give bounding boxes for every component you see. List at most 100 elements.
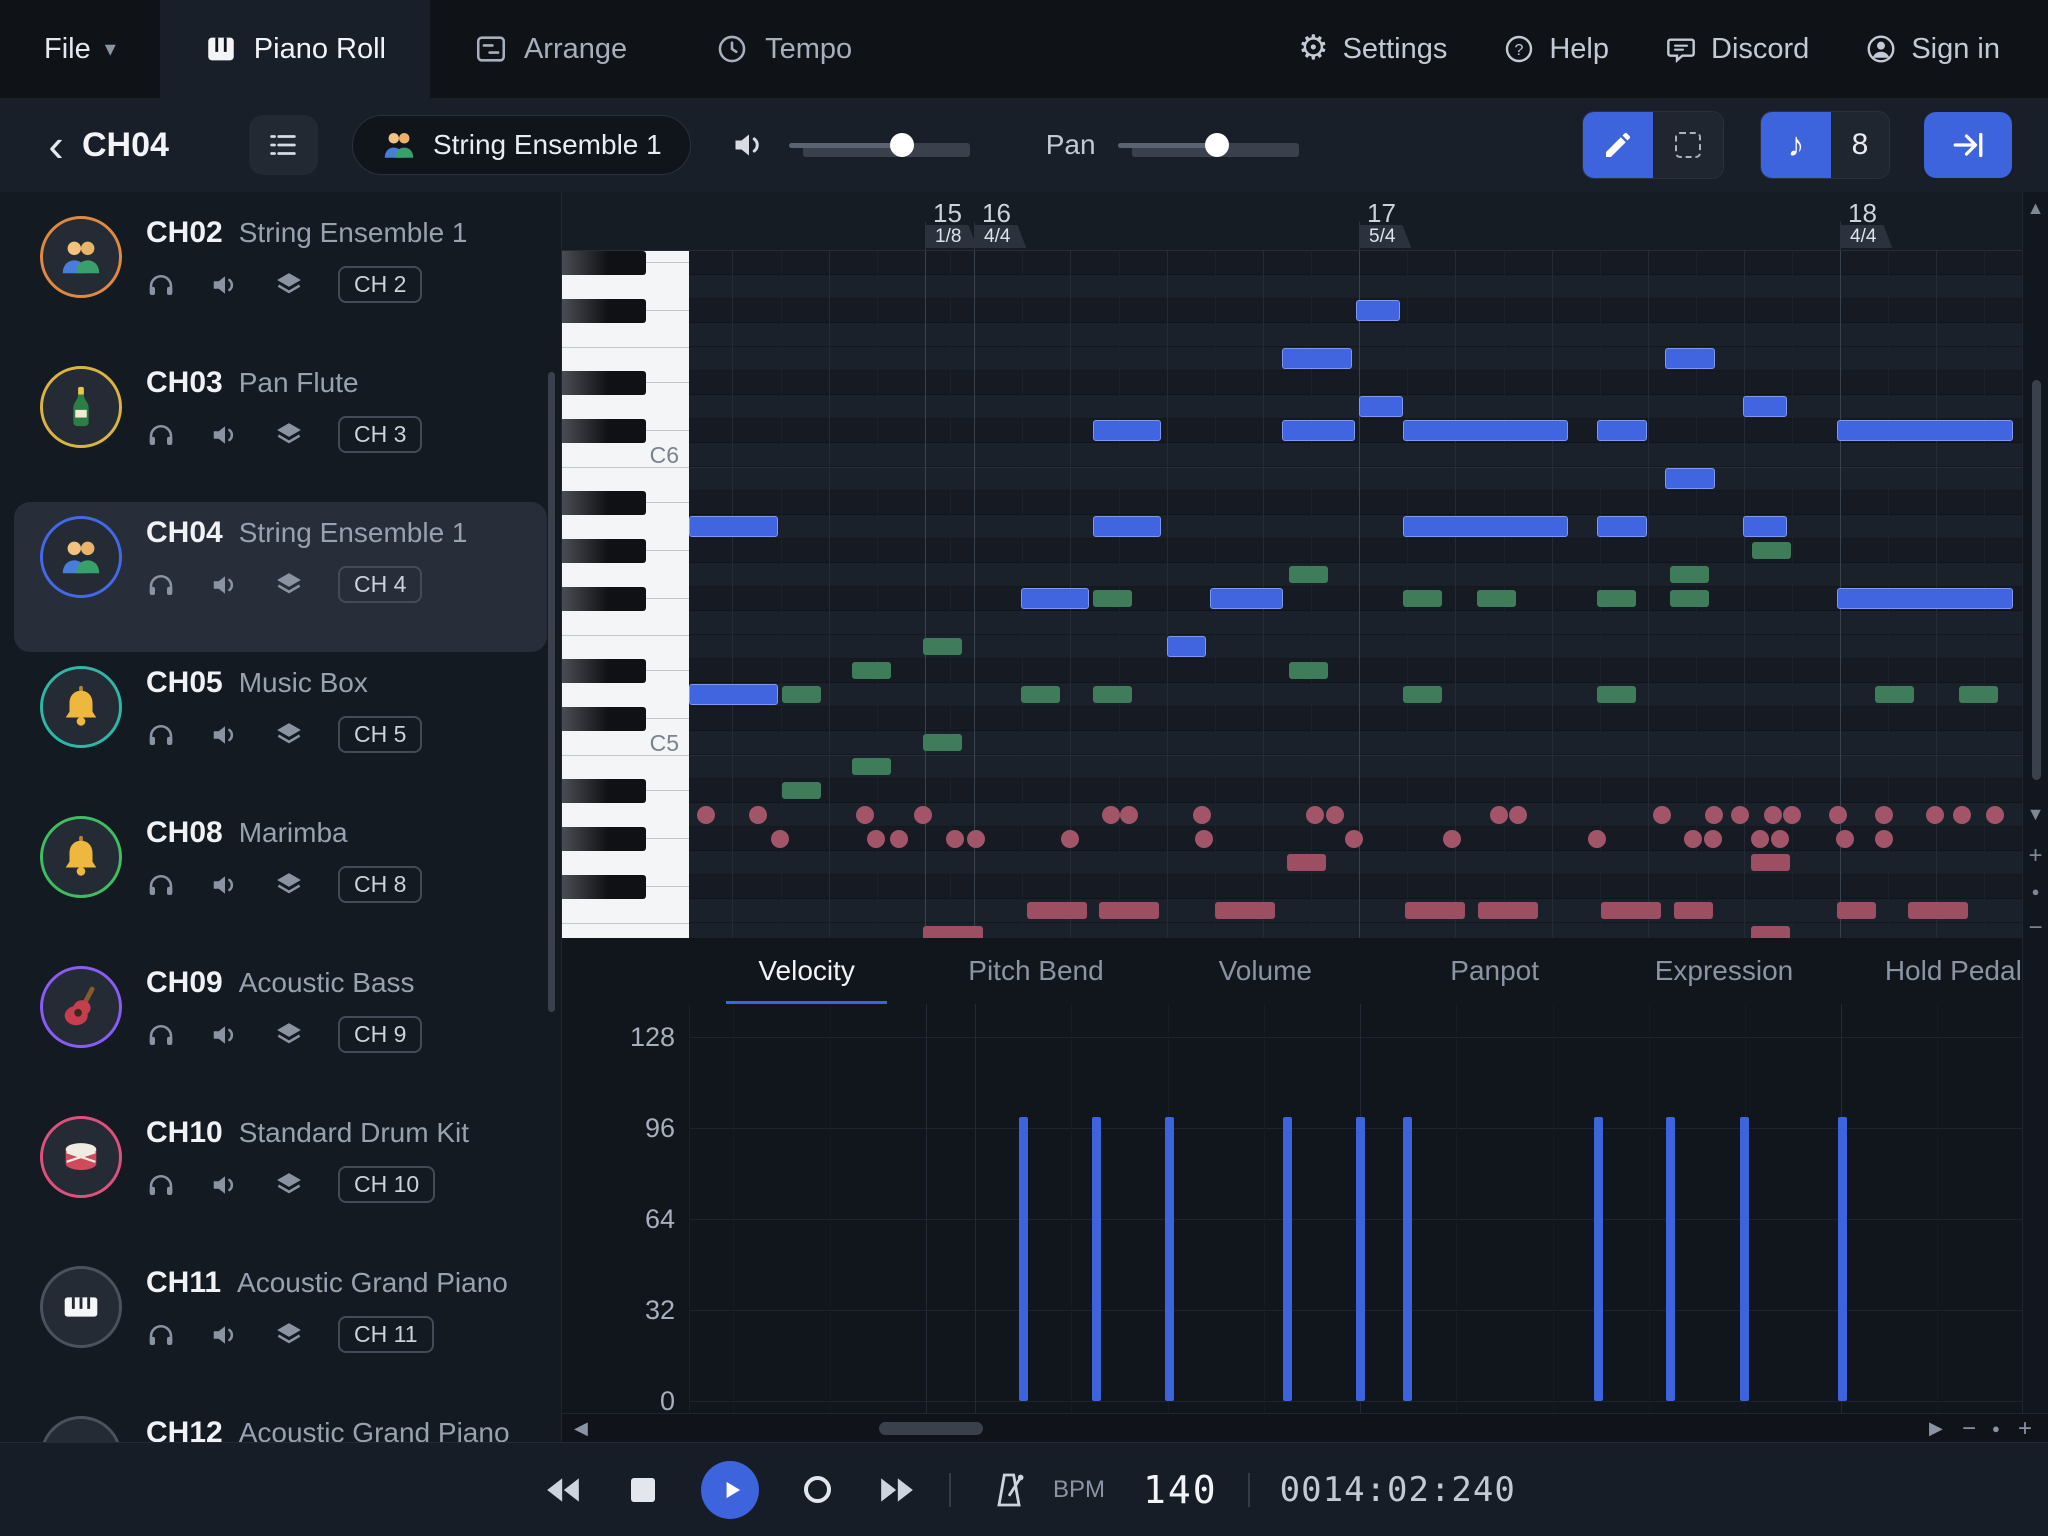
midi-note[interactable] bbox=[1743, 516, 1787, 537]
record-button[interactable] bbox=[795, 1468, 839, 1512]
tab-tempo[interactable]: Tempo bbox=[671, 0, 896, 98]
midi-note[interactable] bbox=[1597, 516, 1647, 537]
velocity-bar[interactable] bbox=[1403, 1117, 1412, 1401]
midi-note[interactable] bbox=[689, 684, 778, 705]
track-avatar[interactable] bbox=[40, 816, 122, 898]
track-avatar[interactable] bbox=[40, 1116, 122, 1198]
midi-note[interactable] bbox=[1837, 588, 2013, 609]
headphones-icon[interactable] bbox=[146, 720, 176, 750]
headphones-icon[interactable] bbox=[146, 1320, 176, 1350]
back-button[interactable]: ‹ bbox=[36, 125, 76, 165]
velocity-bar[interactable] bbox=[1283, 1117, 1292, 1401]
layers-icon[interactable] bbox=[274, 870, 304, 900]
track-item-ch11[interactable]: CH11Acoustic Grand PianoCH 11 bbox=[14, 1252, 547, 1402]
piano-keys[interactable]: C6C5 bbox=[562, 251, 689, 938]
track-avatar[interactable] bbox=[40, 216, 122, 298]
topbar-action-discord[interactable]: Discord bbox=[1665, 33, 1809, 66]
zoom-in-icon[interactable]: + bbox=[2018, 1414, 2032, 1443]
black-key[interactable] bbox=[562, 659, 646, 683]
track-item-ch02[interactable]: CH02String Ensemble 1CH 2 bbox=[14, 202, 547, 352]
velocity-bar[interactable] bbox=[1092, 1117, 1101, 1401]
midi-note[interactable] bbox=[1282, 348, 1352, 369]
vertical-zoom-in-icon[interactable]: + bbox=[2023, 842, 2048, 870]
velocity-bar[interactable] bbox=[1594, 1117, 1603, 1401]
velocity-bar[interactable] bbox=[1019, 1117, 1028, 1401]
pencil-tool-button[interactable] bbox=[1583, 112, 1653, 178]
midi-note[interactable] bbox=[1210, 588, 1283, 609]
black-key[interactable] bbox=[562, 251, 646, 275]
layers-icon[interactable] bbox=[274, 1020, 304, 1050]
vertical-zoom-reset-icon[interactable]: ● bbox=[2023, 884, 2048, 899]
controls-tab-hold-pedal[interactable]: Hold Pedal bbox=[1859, 938, 2048, 1004]
midi-note[interactable] bbox=[1093, 420, 1161, 441]
track-avatar[interactable] bbox=[40, 1416, 122, 1442]
scroll-up-icon[interactable]: ▲ bbox=[2023, 198, 2048, 219]
track-avatar[interactable] bbox=[40, 966, 122, 1048]
black-key[interactable] bbox=[562, 779, 646, 803]
scroll-right-icon[interactable]: ▶ bbox=[1929, 1414, 1943, 1443]
zoom-out-icon[interactable]: − bbox=[1962, 1414, 1976, 1443]
layers-icon[interactable] bbox=[274, 1320, 304, 1350]
headphones-icon[interactable] bbox=[146, 570, 176, 600]
vertical-scrollbar[interactable]: ▲ ▼ + ● − bbox=[2022, 192, 2048, 1413]
track-item-ch10[interactable]: CH10Standard Drum KitCH 10 bbox=[14, 1102, 547, 1252]
layers-icon[interactable] bbox=[274, 270, 304, 300]
tab-arrange[interactable]: Arrange bbox=[430, 0, 671, 98]
black-key[interactable] bbox=[562, 875, 646, 899]
jump-to-end-button[interactable] bbox=[1924, 112, 2012, 178]
track-item-ch05[interactable]: CH05Music BoxCH 5 bbox=[14, 652, 547, 802]
track-item-ch03[interactable]: CH03Pan FluteCH 3 bbox=[14, 352, 547, 502]
track-avatar[interactable] bbox=[40, 366, 122, 448]
layers-icon[interactable] bbox=[274, 420, 304, 450]
speaker-icon[interactable] bbox=[210, 420, 240, 450]
black-key[interactable] bbox=[562, 419, 646, 443]
rewind-button[interactable] bbox=[541, 1468, 585, 1512]
headphones-icon[interactable] bbox=[146, 870, 176, 900]
speaker-icon[interactable] bbox=[210, 270, 240, 300]
pan-slider[interactable] bbox=[1118, 132, 1313, 158]
speaker-icon[interactable] bbox=[210, 1170, 240, 1200]
tab-piano-roll[interactable]: Piano Roll bbox=[160, 0, 430, 98]
track-item-ch04[interactable]: CH04String Ensemble 1CH 4 bbox=[14, 502, 547, 652]
velocity-plot-area[interactable] bbox=[689, 1004, 2022, 1413]
layers-icon[interactable] bbox=[274, 1170, 304, 1200]
topbar-action-settings[interactable]: ⚙Settings bbox=[1298, 31, 1447, 67]
metronome-button[interactable] bbox=[987, 1468, 1031, 1512]
midi-note[interactable] bbox=[1403, 516, 1568, 537]
velocity-bar[interactable] bbox=[1838, 1117, 1847, 1401]
controls-tab-velocity[interactable]: Velocity bbox=[712, 938, 901, 1004]
midi-note[interactable] bbox=[1743, 396, 1787, 417]
pan-slider-knob[interactable] bbox=[1205, 133, 1229, 157]
velocity-bar[interactable] bbox=[1740, 1117, 1749, 1401]
vertical-zoom-out-icon[interactable]: − bbox=[2023, 914, 2048, 942]
track-avatar[interactable] bbox=[40, 516, 122, 598]
headphones-icon[interactable] bbox=[146, 1170, 176, 1200]
controls-tab-expression[interactable]: Expression bbox=[1629, 938, 1818, 1004]
file-menu[interactable]: File ▾ bbox=[0, 0, 160, 98]
velocity-bar[interactable] bbox=[1666, 1117, 1675, 1401]
topbar-action-help[interactable]: ?Help bbox=[1503, 33, 1609, 66]
black-key[interactable] bbox=[562, 299, 646, 323]
velocity-bar[interactable] bbox=[1165, 1117, 1174, 1401]
black-key[interactable] bbox=[562, 371, 646, 395]
midi-note[interactable] bbox=[1597, 420, 1647, 441]
selection-tool-button[interactable] bbox=[1653, 112, 1723, 178]
forward-button[interactable] bbox=[875, 1468, 919, 1512]
track-item-ch12[interactable]: CH12Acoustic Grand PianoCH 12 bbox=[14, 1402, 547, 1442]
play-button[interactable] bbox=[701, 1461, 759, 1519]
midi-note[interactable] bbox=[1665, 468, 1715, 489]
scroll-left-icon[interactable]: ◀ bbox=[574, 1414, 588, 1443]
track-item-ch09[interactable]: CH09Acoustic BassCH 9 bbox=[14, 952, 547, 1102]
track-avatar[interactable] bbox=[40, 666, 122, 748]
black-key[interactable] bbox=[562, 707, 646, 731]
scroll-down-icon[interactable]: ▼ bbox=[2023, 804, 2048, 825]
track-avatar[interactable] bbox=[40, 1266, 122, 1348]
layers-icon[interactable] bbox=[274, 720, 304, 750]
zoom-reset-icon[interactable]: ● bbox=[1992, 1414, 2000, 1443]
volume-slider[interactable] bbox=[789, 132, 984, 158]
track-item-ch08[interactable]: CH08MarimbaCH 8 bbox=[14, 802, 547, 952]
volume-slider-knob[interactable] bbox=[890, 133, 914, 157]
black-key[interactable] bbox=[562, 491, 646, 515]
midi-note[interactable] bbox=[1021, 588, 1089, 609]
midi-note[interactable] bbox=[1359, 396, 1403, 417]
